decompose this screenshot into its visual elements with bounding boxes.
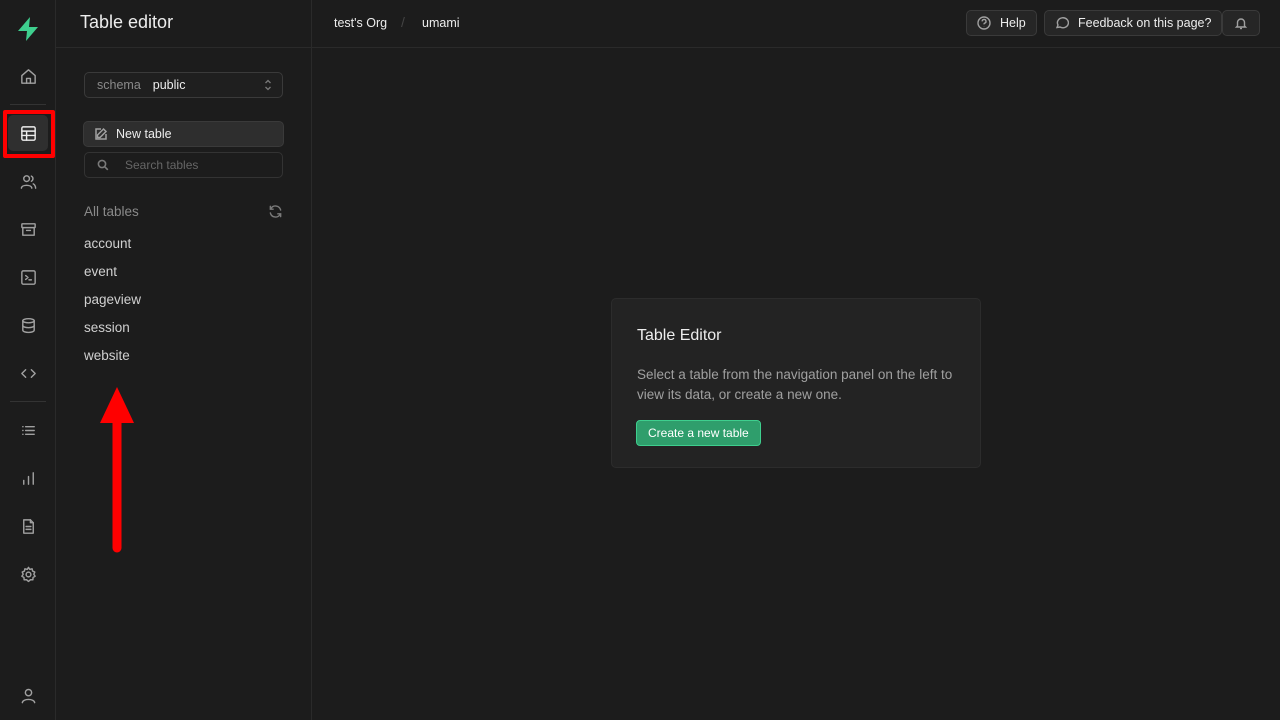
storage-icon[interactable] xyxy=(8,211,48,247)
reports-icon[interactable] xyxy=(8,460,48,496)
all-tables-heading: All tables xyxy=(84,204,139,219)
empty-state-description: Select a table from the navigation panel… xyxy=(637,367,953,402)
database-icon[interactable] xyxy=(8,307,48,343)
table-editor-icon[interactable] xyxy=(8,115,48,151)
edit-icon xyxy=(95,127,108,140)
search-input[interactable] xyxy=(125,158,275,172)
feedback-label: Feedback on this page? xyxy=(1078,16,1212,30)
new-table-button[interactable]: New table xyxy=(83,121,284,147)
table-list-item[interactable]: session xyxy=(84,318,141,346)
help-icon xyxy=(977,16,991,30)
top-bar: test's Org / umami Help Feedback on this… xyxy=(312,0,1280,48)
settings-icon[interactable] xyxy=(8,556,48,592)
feedback-button[interactable]: Feedback on this page? xyxy=(1044,10,1223,36)
search-icon xyxy=(97,159,109,171)
document-icon[interactable] xyxy=(8,508,48,544)
schema-selector[interactable]: schema public xyxy=(84,72,283,98)
help-label: Help xyxy=(1000,16,1026,30)
table-list-item[interactable]: event xyxy=(84,262,141,290)
chevron-updown-icon xyxy=(265,79,271,91)
create-table-button[interactable]: Create a new table xyxy=(636,420,761,446)
notifications-button[interactable] xyxy=(1222,10,1260,36)
user-icon[interactable] xyxy=(8,677,48,713)
schema-label: schema xyxy=(97,78,141,92)
new-table-label: New table xyxy=(116,127,172,141)
chat-bubble-icon xyxy=(1055,17,1069,29)
icon-rail xyxy=(0,0,56,720)
supabase-logo-icon[interactable] xyxy=(14,15,42,43)
schema-value: public xyxy=(152,78,186,92)
breadcrumb-separator: / xyxy=(401,14,405,30)
users-icon[interactable] xyxy=(8,163,48,199)
table-list-item[interactable]: account xyxy=(84,234,141,262)
breadcrumb-project[interactable]: umami xyxy=(422,16,460,30)
empty-state-card: Table Editor Select a table from the nav… xyxy=(611,298,981,468)
table-list-item[interactable]: website xyxy=(84,346,141,374)
table-list: account event pageview session website xyxy=(84,234,141,374)
home-icon[interactable] xyxy=(8,58,48,94)
bell-icon xyxy=(1234,18,1248,30)
terminal-icon[interactable] xyxy=(8,259,48,295)
table-list-item[interactable]: pageview xyxy=(84,290,141,318)
empty-state-title: Table Editor xyxy=(637,327,722,344)
help-button[interactable]: Help xyxy=(966,10,1037,36)
page-title: Table editor xyxy=(80,12,174,32)
refresh-icon[interactable] xyxy=(268,204,284,220)
breadcrumb-org[interactable]: test's Org xyxy=(334,16,387,30)
list-icon[interactable] xyxy=(8,412,48,448)
search-tables-field[interactable] xyxy=(84,152,283,178)
table-editor-sidebar: Table editor schema public New table All… xyxy=(56,0,312,720)
code-icon[interactable] xyxy=(8,355,48,391)
